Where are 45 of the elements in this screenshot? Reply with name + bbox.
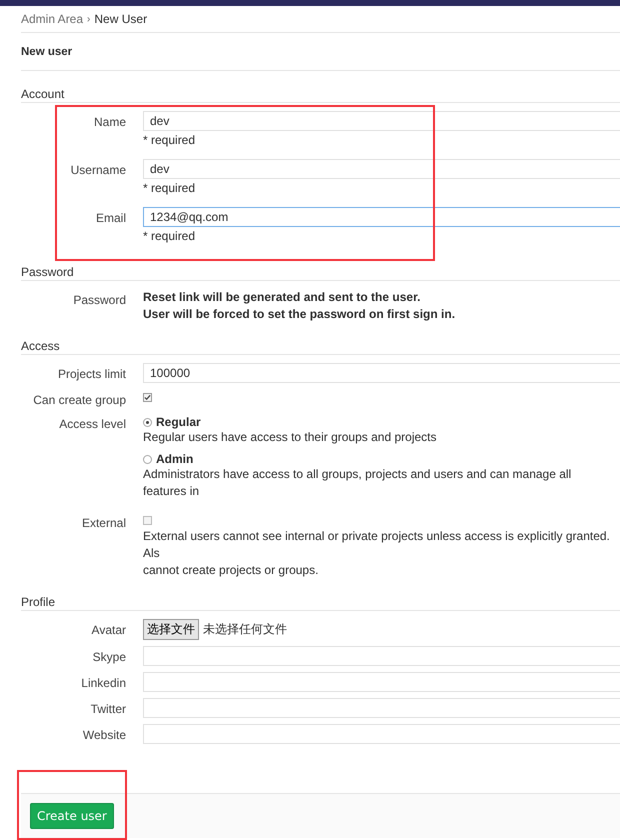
- radio-label[interactable]: Regular: [156, 415, 201, 429]
- field-label: Password: [72, 292, 127, 309]
- section-title: Account: [21, 87, 620, 103]
- text-input[interactable]: 100000: [143, 363, 620, 383]
- required-hint: * required: [143, 133, 196, 147]
- choose-file-button[interactable]: 选择文件: [143, 619, 199, 640]
- required-hint: * required: [143, 181, 196, 195]
- radio-button[interactable]: [143, 418, 152, 426]
- text-input[interactable]: [143, 698, 620, 718]
- text-input[interactable]: [143, 724, 620, 744]
- radio-label[interactable]: Admin: [156, 452, 194, 466]
- field-label: Can create group: [32, 392, 127, 407]
- checkbox[interactable]: [143, 393, 152, 402]
- field-label: Skype: [92, 649, 127, 666]
- checkbox[interactable]: [143, 516, 152, 525]
- section-title: Access: [21, 339, 620, 355]
- help-text: cannot create projects or groups.: [143, 562, 320, 579]
- section-title: Password: [21, 265, 620, 281]
- text-input[interactable]: [143, 646, 620, 666]
- breadcrumb-current: New User: [94, 12, 148, 26]
- file-status: 未选择任何文件: [203, 621, 287, 638]
- password-note: User will be forced to set the password on first sign in.: [143, 306, 456, 323]
- field-label: Avatar: [90, 622, 127, 639]
- field-label: Linkedin: [80, 675, 127, 692]
- text-input[interactable]: 1234@qq.com: [143, 207, 620, 227]
- field-label: Twitter: [90, 701, 127, 718]
- required-hint: * required: [143, 229, 196, 243]
- field-label: Website: [82, 727, 127, 744]
- help-text: Regular users have access to their groups and projects: [143, 429, 438, 446]
- field-label: Projects limit: [56, 366, 127, 383]
- field-label: Access level: [58, 416, 127, 433]
- breadcrumb-link[interactable]: Admin Area: [21, 12, 84, 26]
- breadcrumb-separator: ›: [87, 14, 90, 24]
- field-label: Name: [92, 114, 127, 131]
- text-input[interactable]: dev: [143, 111, 620, 131]
- field-label: Email: [94, 210, 127, 227]
- section-title: Profile: [21, 595, 620, 611]
- radio-button[interactable]: [143, 454, 152, 464]
- help-text: Administrators have access to all groups, projects and users and can manage all features in: [143, 466, 572, 500]
- password-note: Reset link will be generated and sent to the user.: [143, 289, 422, 306]
- text-input[interactable]: [143, 672, 620, 692]
- field-label: External: [80, 515, 127, 532]
- page-title: New user: [21, 33, 620, 71]
- field-label: Username: [70, 162, 127, 179]
- text-input[interactable]: dev: [143, 159, 620, 179]
